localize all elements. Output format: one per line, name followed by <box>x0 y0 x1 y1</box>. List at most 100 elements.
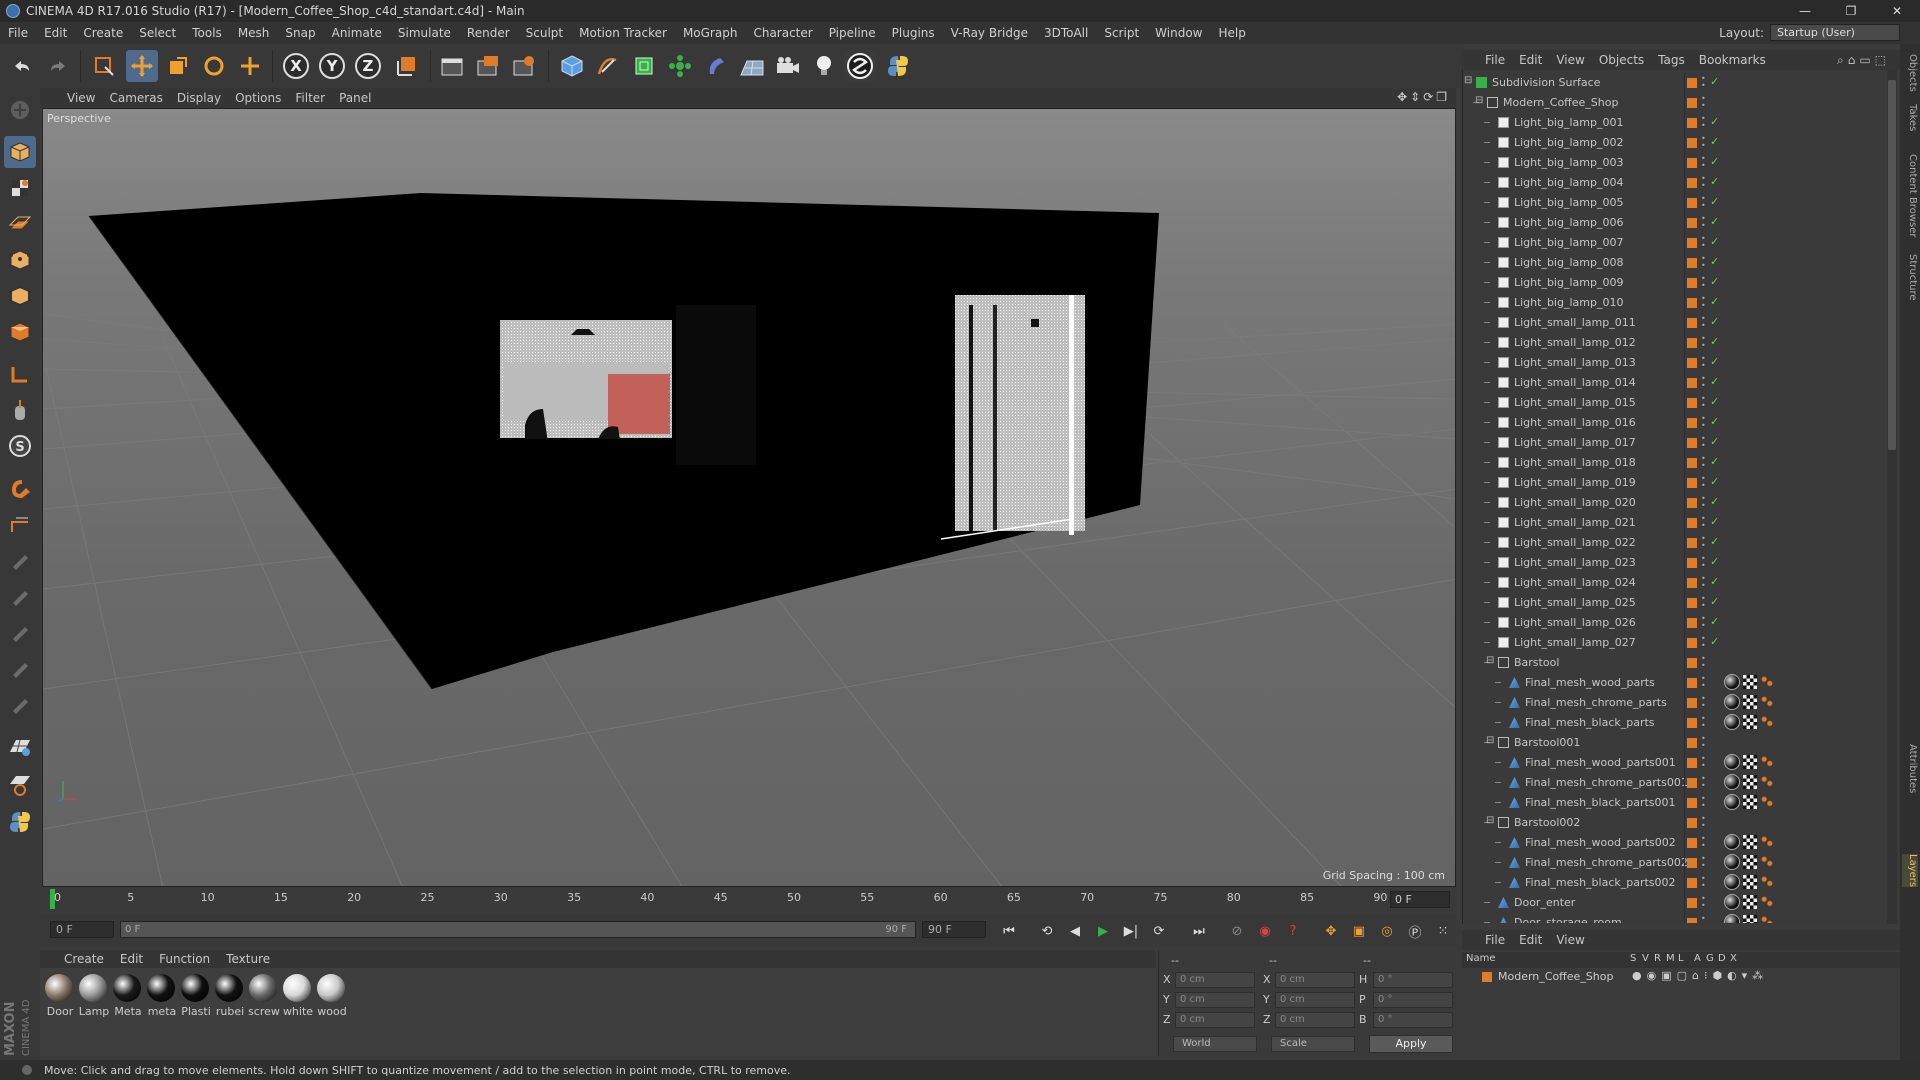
model-mode-icon[interactable] <box>4 136 36 168</box>
object-row[interactable]: Light_small_lamp_023 • • ✓ <box>1462 553 1887 573</box>
visibility-dots-icon[interactable]: •• <box>1701 815 1706 830</box>
transform-tool-icon[interactable] <box>234 50 266 82</box>
visibility-dots-icon[interactable]: •• <box>1701 375 1706 390</box>
object-row[interactable]: Light_big_lamp_004 • • ✓ <box>1462 173 1887 193</box>
object-row[interactable]: Light_small_lamp_012 • • ✓ <box>1462 333 1887 353</box>
sculpt-flatten-icon[interactable] <box>4 652 36 684</box>
solo-mode-icon[interactable]: S <box>4 430 36 462</box>
coordinate-system-icon[interactable] <box>390 50 422 82</box>
sculpt-inflate-icon[interactable] <box>4 688 36 720</box>
layer-color-icon[interactable] <box>1687 538 1697 548</box>
key-rotation-icon[interactable]: ◎ <box>1376 921 1398 941</box>
key-pla-icon[interactable]: ⁙ <box>1432 921 1454 941</box>
size-z-field[interactable]: 0 cm <box>1275 1012 1355 1028</box>
menu-pipeline[interactable]: Pipeline <box>821 26 884 40</box>
object-row[interactable]: Light_small_lamp_013 • • ✓ <box>1462 353 1887 373</box>
cube-primitive-icon[interactable] <box>556 50 588 82</box>
visibility-dots-icon[interactable]: •• <box>1701 855 1706 870</box>
object-row[interactable]: Light_big_lamp_005 • • ✓ <box>1462 193 1887 213</box>
visibility-dots-icon[interactable]: •• <box>1701 615 1706 630</box>
enabled-check-icon[interactable]: ✓ <box>1710 555 1719 568</box>
uvw-tag-icon[interactable] <box>1743 855 1757 869</box>
phong-tag-icon[interactable] <box>1760 915 1774 923</box>
uvw-tag-icon[interactable] <box>1743 715 1757 729</box>
object-row[interactable]: Light_small_lamp_011 • • ✓ <box>1462 313 1887 333</box>
enabled-check-icon[interactable]: ✓ <box>1710 295 1719 308</box>
points-mode-icon[interactable] <box>4 244 36 276</box>
viewport-menu-display[interactable]: Display <box>170 91 228 105</box>
enabled-check-icon[interactable]: ✓ <box>1710 255 1719 268</box>
menu-character[interactable]: Character <box>745 26 820 40</box>
perspective-viewport[interactable]: Perspective Grid Spacing : 100 cm <box>42 108 1456 887</box>
sculpt-smooth-icon[interactable] <box>4 616 36 648</box>
texture-mode-icon[interactable] <box>4 172 36 204</box>
object-row[interactable]: Light_small_lamp_026 • • ✓ <box>1462 613 1887 633</box>
object-row[interactable]: ⊟ Modern_Coffee_Shop • • <box>1462 93 1887 113</box>
side-tab-objects[interactable]: Objects <box>1902 54 1918 92</box>
menu-3dtoall[interactable]: 3DToAll <box>1036 26 1096 40</box>
visibility-dots-icon[interactable]: •• <box>1701 295 1706 310</box>
enabled-check-icon[interactable]: ✓ <box>1710 435 1719 448</box>
object-menu-tags[interactable]: Tags <box>1651 53 1692 67</box>
layer-color-icon[interactable] <box>1687 398 1697 408</box>
material-swatch[interactable]: screw <box>248 974 280 1018</box>
rotation-p-field[interactable]: 0 ° <box>1373 992 1453 1008</box>
apply-button[interactable]: Apply <box>1369 1035 1453 1053</box>
rotate-tool-icon[interactable] <box>198 50 230 82</box>
object-row[interactable]: Light_big_lamp_009 • • ✓ <box>1462 273 1887 293</box>
uvw-tag-icon[interactable] <box>1743 675 1757 689</box>
phong-tag-icon[interactable] <box>1760 695 1774 709</box>
layer-color-icon[interactable] <box>1687 758 1697 768</box>
phong-tag-icon[interactable] <box>1760 835 1774 849</box>
object-row[interactable]: ⊟ Barstool001 • • <box>1462 733 1887 753</box>
visibility-dots-icon[interactable]: •• <box>1701 675 1706 690</box>
layer-flags[interactable]: ●◉▣▢⌂⁝⬢◐▾⁂ <box>1632 969 1768 982</box>
visibility-dots-icon[interactable]: •• <box>1701 735 1706 750</box>
expand-toggle-icon[interactable]: ⊟ <box>1486 655 1494 666</box>
material-tag-icon[interactable] <box>1724 754 1740 770</box>
layer-color-icon[interactable] <box>1687 918 1697 923</box>
layer-color-icon[interactable] <box>1687 498 1697 508</box>
visibility-dots-icon[interactable]: •• <box>1701 695 1706 710</box>
key-scale-icon[interactable]: ▣ <box>1348 921 1370 941</box>
layer-color-icon[interactable] <box>1687 558 1697 568</box>
enabled-check-icon[interactable]: ✓ <box>1710 535 1719 548</box>
object-row[interactable]: Light_big_lamp_010 • • ✓ <box>1462 293 1887 313</box>
menu-motion-tracker[interactable]: Motion Tracker <box>571 26 675 40</box>
preview-range-slider[interactable]: 0 F 90 F <box>120 921 916 938</box>
visibility-dots-icon[interactable]: •• <box>1701 315 1706 330</box>
layer-color-icon[interactable] <box>1687 78 1697 88</box>
object-row[interactable]: ⊟ Barstool002 • • <box>1462 813 1887 833</box>
uvw-tag-icon[interactable] <box>1743 895 1757 909</box>
menu-edit[interactable]: Edit <box>36 26 75 40</box>
keyframe-selection-icon[interactable]: ? <box>1282 921 1304 941</box>
position-x-field[interactable]: 0 cm <box>1175 972 1255 988</box>
layer-color-icon[interactable] <box>1687 618 1697 628</box>
render-picture-viewer-icon[interactable] <box>472 50 504 82</box>
side-tab-takes[interactable]: Takes <box>1902 104 1918 131</box>
previous-frame-icon[interactable]: ◀ <box>1064 921 1086 941</box>
viewport-navigation-icons[interactable]: ✥⇕⟳❐ <box>1397 90 1450 104</box>
object-menu-view[interactable]: View <box>1549 53 1591 67</box>
viewport-menu-options[interactable]: Options <box>228 91 288 105</box>
visibility-dots-icon[interactable]: •• <box>1701 475 1706 490</box>
menu-help[interactable]: Help <box>1210 26 1253 40</box>
object-row[interactable]: Final_mesh_black_parts002 • • <box>1462 873 1887 893</box>
key-parameter-icon[interactable]: Ⓟ <box>1404 921 1426 941</box>
current-frame-field[interactable]: 0 F <box>1390 891 1450 908</box>
rotation-h-field[interactable]: 0 ° <box>1373 972 1453 988</box>
auto-keying-icon[interactable]: ◉ <box>1254 921 1276 941</box>
layer-color-icon[interactable] <box>1687 258 1697 268</box>
layer-color-icon[interactable] <box>1687 718 1697 728</box>
viewport-menu-view[interactable]: View <box>60 91 102 105</box>
material-tag-icon[interactable] <box>1724 914 1740 923</box>
enabled-check-icon[interactable]: ✓ <box>1710 475 1719 488</box>
visibility-dots-icon[interactable]: •• <box>1701 275 1706 290</box>
material-tag-icon[interactable] <box>1724 674 1740 690</box>
layer-color-icon[interactable] <box>1687 838 1697 848</box>
menu-render[interactable]: Render <box>459 26 518 40</box>
menu-tools[interactable]: Tools <box>184 26 230 40</box>
layer-color-icon[interactable] <box>1687 218 1697 228</box>
menu-create[interactable]: Create <box>75 26 131 40</box>
array-cloner-icon[interactable] <box>664 50 696 82</box>
